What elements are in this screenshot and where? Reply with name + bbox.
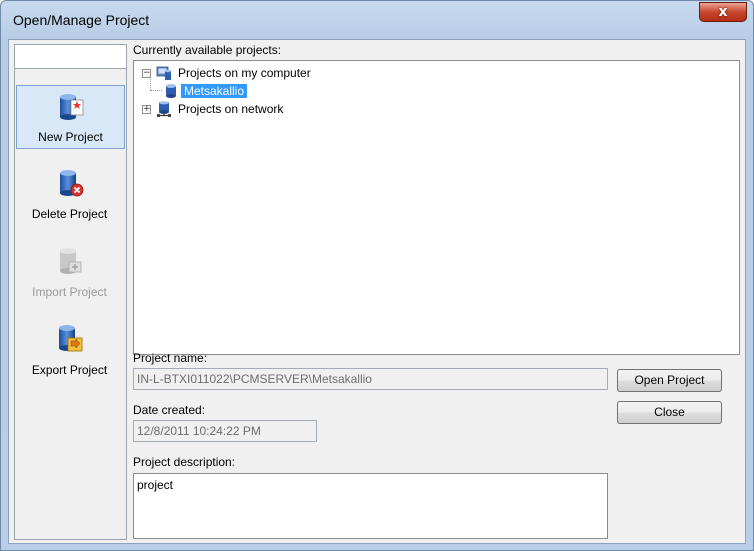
network-database-icon	[157, 101, 171, 117]
title-bar[interactable]: Open/Manage Project x	[1, 1, 753, 39]
tree-node-label: Projects on network	[178, 102, 284, 116]
sidebar-header	[15, 45, 126, 69]
project-name-field[interactable]: IN-L-BTXI011022\PCMSERVER\Metsakallio	[133, 368, 608, 390]
date-created-field[interactable]: 12/8/2011 10:24:22 PM	[133, 420, 317, 442]
sidebar-item-label: Import Project	[32, 285, 107, 299]
sidebar-item-label: Delete Project	[31, 207, 108, 221]
projects-label: Currently available projects:	[133, 43, 282, 57]
sidebar-item-label: New Project	[38, 130, 103, 144]
tree-node-network[interactable]: + Projects on network	[142, 100, 286, 118]
sidebar-item-delete-project[interactable]: Delete Project	[16, 163, 125, 227]
tree-node-label: Projects on my computer	[178, 66, 311, 80]
project-name-label: Project name:	[133, 351, 208, 365]
tree-node-metsakallio[interactable]: Metsakallio	[164, 82, 248, 100]
delete-project-icon	[60, 170, 84, 197]
new-project-icon	[60, 94, 84, 120]
collapse-toggle[interactable]: −	[142, 68, 151, 78]
tree-node-label-selected: Metsakallio	[181, 84, 248, 98]
dialog-window: Open/Manage Project x New Project Delete…	[0, 0, 754, 551]
action-sidebar: New Project Delete Project Import Projec…	[14, 44, 127, 540]
close-icon: x	[718, 4, 728, 20]
sidebar-item-export-project[interactable]: Export Project	[16, 319, 125, 383]
database-icon	[166, 84, 176, 98]
computer-database-icon	[156, 66, 171, 80]
projects-tree[interactable]: − Projects on my computer Metsakallio + …	[133, 60, 740, 355]
tree-node-my-computer[interactable]: − Projects on my computer	[142, 64, 314, 82]
date-created-label: Date created:	[133, 403, 206, 417]
sidebar-item-new-project[interactable]: New Project	[16, 85, 125, 149]
sidebar-item-label: Export Project	[31, 363, 108, 377]
tree-connector	[150, 90, 162, 91]
close-window-button[interactable]: x	[699, 2, 747, 22]
window-title: Open/Manage Project	[13, 12, 150, 28]
close-button[interactable]: Close	[617, 401, 722, 424]
project-description-label: Project description:	[133, 455, 236, 469]
dialog-client-area: New Project Delete Project Import Projec…	[8, 39, 746, 544]
export-project-icon	[59, 325, 83, 352]
open-project-button[interactable]: Open Project	[617, 369, 722, 392]
sidebar-item-import-project[interactable]: Import Project	[16, 241, 125, 305]
expand-toggle[interactable]: +	[142, 104, 151, 114]
import-project-icon	[60, 248, 82, 274]
project-description-field[interactable]: project	[133, 473, 608, 539]
